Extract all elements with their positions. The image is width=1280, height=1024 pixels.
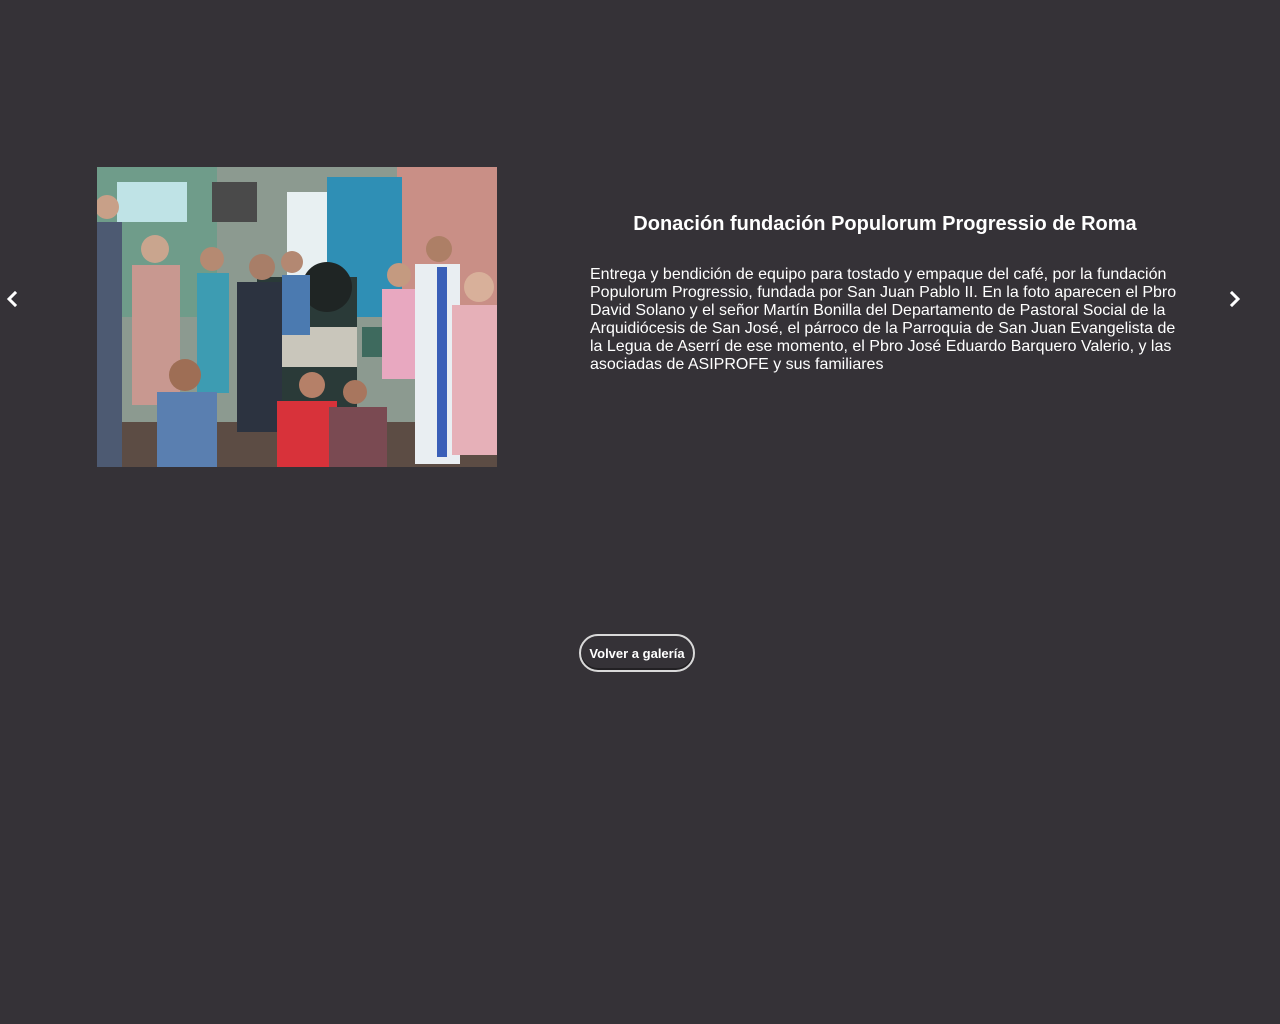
previous-photo-button[interactable] (0, 286, 24, 312)
gallery-detail-page: Donación fundación Populorum Progressio … (0, 0, 1280, 1024)
photo-title: Donación fundación Populorum Progressio … (633, 213, 1137, 235)
photo-description: Entrega y bendición de equipo para tosta… (590, 266, 1177, 373)
next-photo-button[interactable] (1223, 286, 1247, 312)
gallery-photo (97, 167, 497, 467)
back-to-gallery-button[interactable]: Volver a galería (579, 634, 695, 672)
chevron-left-icon (6, 291, 18, 307)
chevron-right-icon (1229, 291, 1241, 307)
photo-caption: Donación fundación Populorum Progressio … (590, 210, 1180, 374)
